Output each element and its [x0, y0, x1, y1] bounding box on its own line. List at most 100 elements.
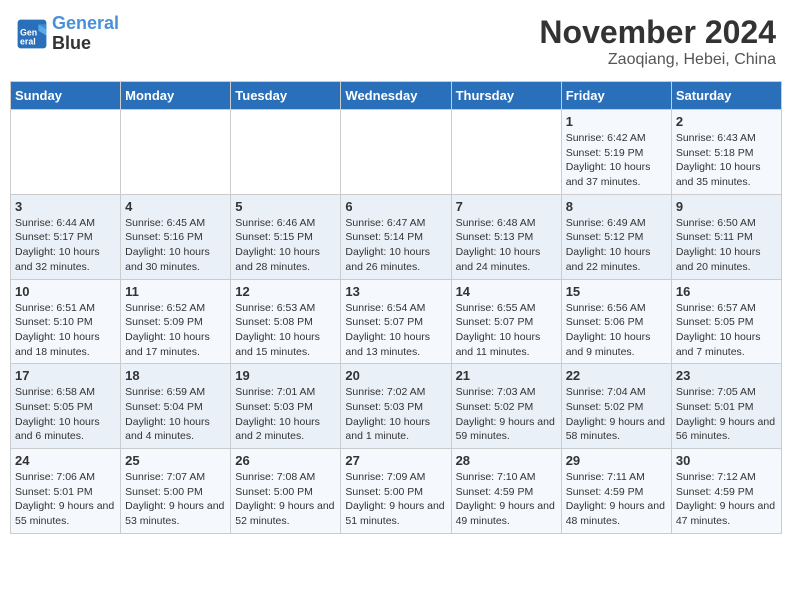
day-number: 10 — [15, 284, 116, 299]
cell-info: Sunrise: 7:12 AM Sunset: 4:59 PM Dayligh… — [676, 470, 777, 529]
day-number: 28 — [456, 453, 557, 468]
day-number: 7 — [456, 199, 557, 214]
cell-info: Sunrise: 6:45 AM Sunset: 5:16 PM Dayligh… — [125, 216, 226, 275]
cell-info: Sunrise: 7:04 AM Sunset: 5:02 PM Dayligh… — [566, 385, 667, 444]
day-number: 18 — [125, 368, 226, 383]
cell-info: Sunrise: 6:47 AM Sunset: 5:14 PM Dayligh… — [345, 216, 446, 275]
cell-info: Sunrise: 7:10 AM Sunset: 4:59 PM Dayligh… — [456, 470, 557, 529]
cell-info: Sunrise: 7:08 AM Sunset: 5:00 PM Dayligh… — [235, 470, 336, 529]
weekday-header-row: SundayMondayTuesdayWednesdayThursdayFrid… — [11, 82, 782, 110]
cell-info: Sunrise: 6:42 AM Sunset: 5:19 PM Dayligh… — [566, 131, 667, 190]
cell-info: Sunrise: 7:11 AM Sunset: 4:59 PM Dayligh… — [566, 470, 667, 529]
calendar-cell: 30 Sunrise: 7:12 AM Sunset: 4:59 PM Dayli… — [671, 449, 781, 534]
weekday-header-thursday: Thursday — [451, 82, 561, 110]
calendar-cell: 24 Sunrise: 7:06 AM Sunset: 5:01 PM Dayli… — [11, 449, 121, 534]
calendar-cell: 17Sunrise: 6:58 AM Sunset: 5:05 PM Dayli… — [11, 364, 121, 449]
calendar-cell — [11, 110, 121, 195]
day-number: 12 — [235, 284, 336, 299]
cell-info: Sunrise: 7:07 AM Sunset: 5:00 PM Dayligh… — [125, 470, 226, 529]
calendar-cell: 11 Sunrise: 6:52 AM Sunset: 5:09 PM Dayli… — [121, 279, 231, 364]
calendar-cell: 12 Sunrise: 6:53 AM Sunset: 5:08 PM Dayli… — [231, 279, 341, 364]
day-number: 30 — [676, 453, 777, 468]
calendar-row-2: 10 Sunrise: 6:51 AM Sunset: 5:10 PM Dayli… — [11, 279, 782, 364]
calendar-cell: 14Sunrise: 6:55 AM Sunset: 5:07 PM Dayli… — [451, 279, 561, 364]
day-number: 8 — [566, 199, 667, 214]
day-number: 13 — [345, 284, 446, 299]
calendar-cell: 23 Sunrise: 7:05 AM Sunset: 5:01 PM Dayli… — [671, 364, 781, 449]
day-number: 27 — [345, 453, 446, 468]
calendar-cell: 19Sunrise: 7:01 AM Sunset: 5:03 PM Dayli… — [231, 364, 341, 449]
weekday-header-sunday: Sunday — [11, 82, 121, 110]
calendar-cell: 4Sunrise: 6:45 AM Sunset: 5:16 PM Daylig… — [121, 194, 231, 279]
calendar-cell — [341, 110, 451, 195]
logo-icon: Gen eral — [16, 18, 48, 50]
cell-info: Sunrise: 6:53 AM Sunset: 5:08 PM Dayligh… — [235, 301, 336, 360]
calendar-cell — [451, 110, 561, 195]
calendar-cell — [231, 110, 341, 195]
weekday-header-monday: Monday — [121, 82, 231, 110]
calendar-row-4: 24 Sunrise: 7:06 AM Sunset: 5:01 PM Dayli… — [11, 449, 782, 534]
cell-info: Sunrise: 6:51 AM Sunset: 5:10 PM Dayligh… — [15, 301, 116, 360]
cell-info: Sunrise: 6:57 AM Sunset: 5:05 PM Dayligh… — [676, 301, 777, 360]
cell-info: Sunrise: 7:01 AM Sunset: 5:03 PM Dayligh… — [235, 385, 336, 444]
cell-info: Sunrise: 6:49 AM Sunset: 5:12 PM Dayligh… — [566, 216, 667, 275]
logo-text: GeneralBlue — [52, 14, 119, 54]
location-title: Zaoqiang, Hebei, China — [539, 51, 776, 69]
cell-info: Sunrise: 6:52 AM Sunset: 5:09 PM Dayligh… — [125, 301, 226, 360]
calendar-cell — [121, 110, 231, 195]
weekday-header-wednesday: Wednesday — [341, 82, 451, 110]
calendar-cell: 16 Sunrise: 6:57 AM Sunset: 5:05 PM Dayli… — [671, 279, 781, 364]
calendar-cell: 1Sunrise: 6:42 AM Sunset: 5:19 PM Daylig… — [561, 110, 671, 195]
day-number: 11 — [125, 284, 226, 299]
calendar-cell: 10 Sunrise: 6:51 AM Sunset: 5:10 PM Dayli… — [11, 279, 121, 364]
calendar-cell: 2 Sunrise: 6:43 AM Sunset: 5:18 PM Daylig… — [671, 110, 781, 195]
calendar-cell: 21 Sunrise: 7:03 AM Sunset: 5:02 PM Dayli… — [451, 364, 561, 449]
cell-info: Sunrise: 6:48 AM Sunset: 5:13 PM Dayligh… — [456, 216, 557, 275]
calendar-cell: 27Sunrise: 7:09 AM Sunset: 5:00 PM Dayli… — [341, 449, 451, 534]
calendar-cell: 29 Sunrise: 7:11 AM Sunset: 4:59 PM Dayli… — [561, 449, 671, 534]
cell-info: Sunrise: 7:03 AM Sunset: 5:02 PM Dayligh… — [456, 385, 557, 444]
calendar-cell: 9Sunrise: 6:50 AM Sunset: 5:11 PM Daylig… — [671, 194, 781, 279]
svg-text:eral: eral — [20, 36, 36, 46]
cell-info: Sunrise: 7:02 AM Sunset: 5:03 PM Dayligh… — [345, 385, 446, 444]
calendar-row-0: 1Sunrise: 6:42 AM Sunset: 5:19 PM Daylig… — [11, 110, 782, 195]
day-number: 9 — [676, 199, 777, 214]
day-number: 21 — [456, 368, 557, 383]
calendar-cell: 22Sunrise: 7:04 AM Sunset: 5:02 PM Dayli… — [561, 364, 671, 449]
cell-info: Sunrise: 6:44 AM Sunset: 5:17 PM Dayligh… — [15, 216, 116, 275]
day-number: 5 — [235, 199, 336, 214]
calendar-cell: 3 Sunrise: 6:44 AM Sunset: 5:17 PM Daylig… — [11, 194, 121, 279]
calendar-cell: 13 Sunrise: 6:54 AM Sunset: 5:07 PM Dayli… — [341, 279, 451, 364]
calendar-cell: 15 Sunrise: 6:56 AM Sunset: 5:06 PM Dayli… — [561, 279, 671, 364]
calendar-cell: 25 Sunrise: 7:07 AM Sunset: 5:00 PM Dayli… — [121, 449, 231, 534]
calendar-body: 1Sunrise: 6:42 AM Sunset: 5:19 PM Daylig… — [11, 110, 782, 534]
cell-info: Sunrise: 6:54 AM Sunset: 5:07 PM Dayligh… — [345, 301, 446, 360]
cell-info: Sunrise: 6:58 AM Sunset: 5:05 PM Dayligh… — [15, 385, 116, 444]
cell-info: Sunrise: 6:43 AM Sunset: 5:18 PM Dayligh… — [676, 131, 777, 190]
day-number: 20 — [345, 368, 446, 383]
cell-info: Sunrise: 7:05 AM Sunset: 5:01 PM Dayligh… — [676, 385, 777, 444]
day-number: 29 — [566, 453, 667, 468]
day-number: 23 — [676, 368, 777, 383]
day-number: 14 — [456, 284, 557, 299]
calendar-cell: 8 Sunrise: 6:49 AM Sunset: 5:12 PM Daylig… — [561, 194, 671, 279]
cell-info: Sunrise: 7:06 AM Sunset: 5:01 PM Dayligh… — [15, 470, 116, 529]
day-number: 3 — [15, 199, 116, 214]
calendar-cell: 28 Sunrise: 7:10 AM Sunset: 4:59 PM Dayli… — [451, 449, 561, 534]
calendar-cell: 7 Sunrise: 6:48 AM Sunset: 5:13 PM Daylig… — [451, 194, 561, 279]
cell-info: Sunrise: 6:56 AM Sunset: 5:06 PM Dayligh… — [566, 301, 667, 360]
title-area: November 2024 Zaoqiang, Hebei, China — [539, 14, 776, 69]
cell-info: Sunrise: 6:59 AM Sunset: 5:04 PM Dayligh… — [125, 385, 226, 444]
day-number: 15 — [566, 284, 667, 299]
calendar-cell: 18 Sunrise: 6:59 AM Sunset: 5:04 PM Dayli… — [121, 364, 231, 449]
day-number: 25 — [125, 453, 226, 468]
calendar-cell: 5 Sunrise: 6:46 AM Sunset: 5:15 PM Daylig… — [231, 194, 341, 279]
weekday-header-friday: Friday — [561, 82, 671, 110]
day-number: 24 — [15, 453, 116, 468]
calendar-cell: 20 Sunrise: 7:02 AM Sunset: 5:03 PM Dayli… — [341, 364, 451, 449]
day-number: 2 — [676, 114, 777, 129]
day-number: 16 — [676, 284, 777, 299]
calendar-table: SundayMondayTuesdayWednesdayThursdayFrid… — [10, 81, 782, 534]
month-title: November 2024 — [539, 14, 776, 51]
cell-info: Sunrise: 6:46 AM Sunset: 5:15 PM Dayligh… — [235, 216, 336, 275]
